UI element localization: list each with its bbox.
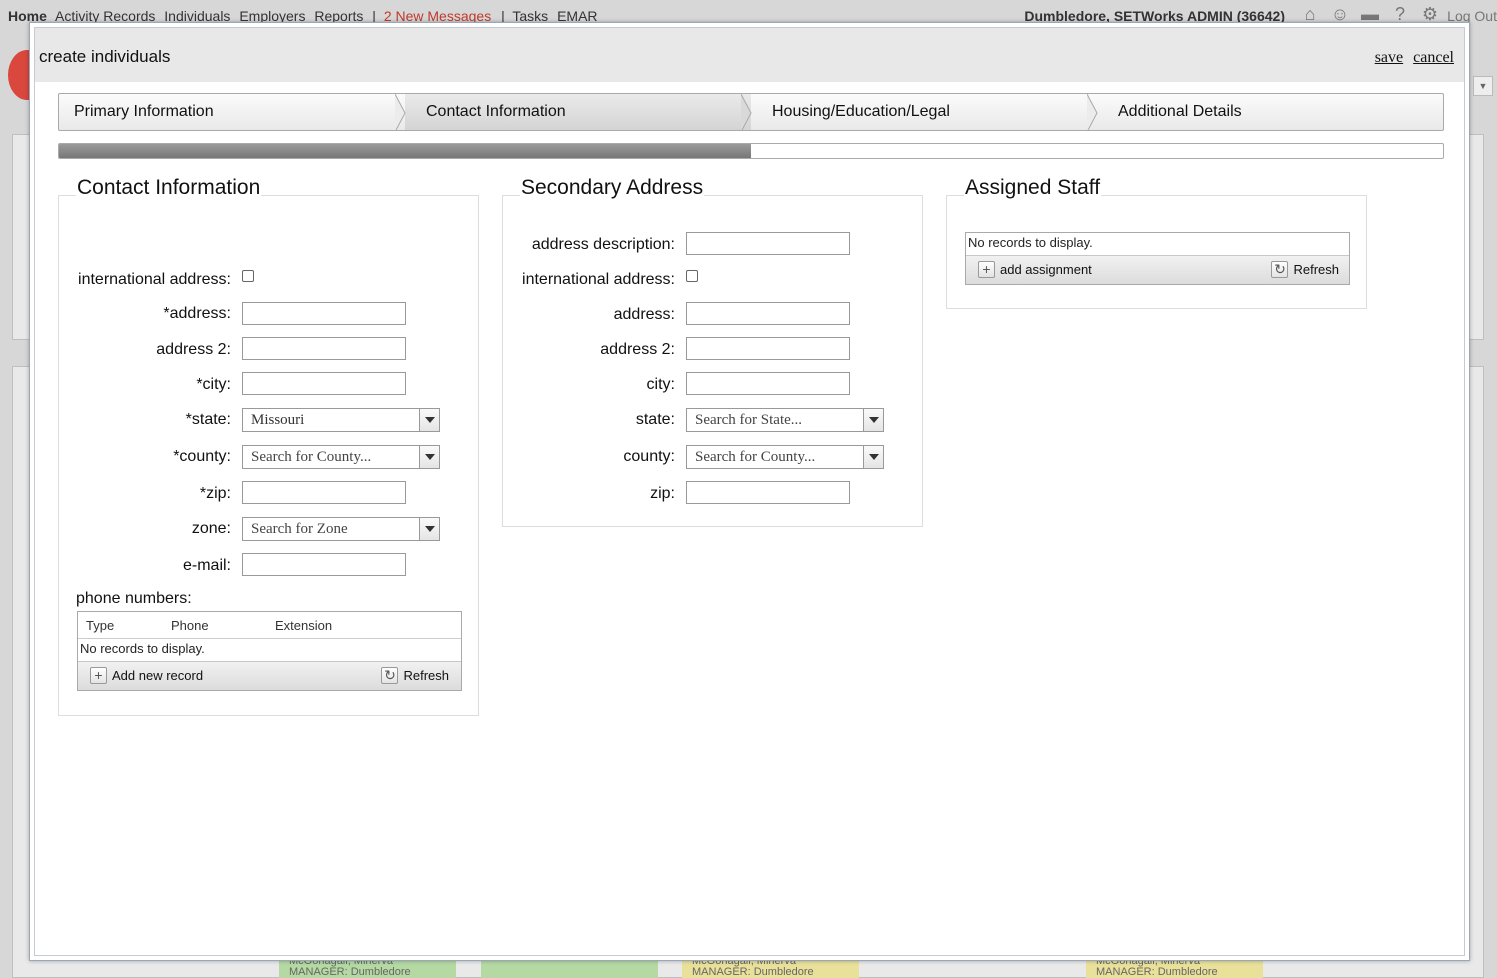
county-select[interactable]: Search for County...: [686, 445, 884, 469]
add-assignment-label: add assignment: [1000, 262, 1092, 277]
chevron-down-icon[interactable]: [419, 518, 439, 540]
county-select[interactable]: Search for County...: [242, 445, 440, 469]
column-header-type[interactable]: Type: [86, 618, 114, 633]
assigned-staff-grid: No records to display. + add assignment …: [965, 232, 1350, 285]
step-primary-information[interactable]: Primary Information: [59, 94, 406, 130]
gear-icon[interactable]: ⚙: [1419, 4, 1441, 24]
assigned-staff-section: Assigned Staff No records to display. + …: [946, 176, 1367, 309]
address-label: address:: [613, 306, 675, 323]
state-select[interactable]: Missouri: [242, 408, 440, 432]
step-additional-details[interactable]: Additional Details: [1097, 94, 1443, 130]
refresh-icon: ↻: [1271, 261, 1289, 278]
international-address-label: international address:: [522, 271, 675, 288]
county-label: *county:: [173, 448, 231, 465]
city-label: city:: [646, 376, 675, 393]
zone-select[interactable]: Search for Zone: [242, 517, 440, 541]
phone-numbers-grid: Type Phone Extension No records to displ…: [77, 611, 462, 691]
progress-fill: [59, 144, 751, 158]
zip-input[interactable]: [686, 481, 850, 504]
plus-icon: +: [978, 261, 995, 278]
create-individuals-dialog: create individuals save cancel Primary I…: [29, 22, 1470, 961]
grid-empty-message: No records to display.: [968, 235, 1093, 250]
step-contact-information[interactable]: Contact Information: [405, 94, 752, 130]
county-label: county:: [623, 448, 675, 465]
column-header-extension[interactable]: Extension: [275, 618, 332, 633]
city-label: *city:: [196, 376, 231, 393]
zone-placeholder: Search for Zone: [251, 521, 348, 537]
step-housing-education-legal[interactable]: Housing/Education/Legal: [751, 94, 1098, 130]
help-icon[interactable]: ?: [1389, 4, 1411, 24]
email-input[interactable]: [242, 553, 406, 576]
address2-label: address 2:: [156, 341, 231, 358]
people-icon[interactable]: ☺: [1329, 4, 1351, 24]
refresh-icon: ↻: [381, 667, 399, 684]
county-placeholder: Search for County...: [251, 449, 372, 465]
step-label: Primary Information: [74, 103, 214, 120]
address2-input[interactable]: [242, 337, 406, 360]
grid-empty-message: No records to display.: [80, 641, 205, 656]
refresh-button[interactable]: ↻ Refresh: [1271, 261, 1339, 278]
section-title: Secondary Address: [520, 176, 705, 200]
section-title: Contact Information: [76, 176, 262, 200]
address2-input[interactable]: [686, 337, 850, 360]
secondary-address-section: Secondary Address address description: i…: [502, 176, 923, 527]
chevron-down-icon[interactable]: [419, 446, 439, 468]
add-assignment-button[interactable]: + add assignment: [978, 261, 1092, 278]
city-input[interactable]: [686, 372, 850, 395]
state-label: state:: [635, 411, 675, 428]
section-title: Assigned Staff: [964, 176, 1102, 200]
grid-toolbar: + add assignment ↻ Refresh: [966, 255, 1349, 284]
address-input[interactable]: [242, 302, 406, 325]
add-new-record-label: Add new record: [112, 668, 204, 683]
state-label: *state:: [185, 411, 231, 428]
zip-label: *zip:: [199, 485, 231, 502]
grid-toolbar: + Add new record ↻ Refresh: [78, 661, 461, 690]
refresh-button[interactable]: ↻ Refresh: [381, 667, 449, 684]
refresh-label: Refresh: [1293, 262, 1339, 277]
plus-icon: +: [90, 667, 107, 684]
zip-input[interactable]: [242, 481, 406, 504]
county-placeholder: Search for County...: [695, 449, 816, 465]
background-card-subtitle: MANAGER: Dumbledore: [289, 966, 411, 978]
inbox-icon[interactable]: ▬: [1359, 4, 1381, 24]
address-input[interactable]: [686, 302, 850, 325]
state-select[interactable]: Search for State...: [686, 408, 884, 432]
dialog-body: create individuals save cancel Primary I…: [34, 27, 1465, 956]
step-label: Housing/Education/Legal: [772, 103, 950, 120]
chevron-down-icon: ▼: [1473, 76, 1493, 96]
dialog-header: create individuals save cancel: [35, 28, 1464, 82]
contact-information-section: Contact Information international addres…: [58, 176, 479, 716]
address2-label: address 2:: [600, 341, 675, 358]
step-label: Contact Information: [426, 103, 566, 120]
address-description-input[interactable]: [686, 232, 850, 255]
background-card-subtitle: MANAGER: Dumbledore: [692, 966, 814, 978]
state-placeholder: Search for State...: [695, 412, 803, 428]
international-address-checkbox[interactable]: [686, 270, 698, 282]
zip-label: zip:: [650, 485, 675, 502]
city-input[interactable]: [242, 372, 406, 395]
zone-label: zone:: [191, 520, 231, 537]
state-value: Missouri: [251, 412, 305, 428]
dialog-title: create individuals: [39, 47, 171, 66]
international-address-label: international address:: [78, 271, 231, 288]
step-label: Additional Details: [1118, 103, 1242, 120]
international-address-checkbox[interactable]: [242, 270, 254, 282]
chevron-down-icon[interactable]: [419, 409, 439, 431]
cancel-button[interactable]: cancel: [1413, 49, 1454, 66]
save-button[interactable]: save: [1375, 49, 1403, 66]
column-header-phone[interactable]: Phone: [171, 618, 209, 633]
wizard-steps: Primary Information Contact Information …: [58, 93, 1444, 131]
grid-header: Type Phone Extension: [78, 612, 461, 639]
background-card-subtitle: MANAGER: Dumbledore: [1096, 966, 1218, 978]
address-description-label: address description:: [531, 236, 675, 253]
address-label: *address:: [163, 305, 231, 322]
chevron-down-icon[interactable]: [863, 446, 883, 468]
email-label: e-mail:: [182, 557, 231, 574]
add-new-record-button[interactable]: + Add new record: [90, 667, 203, 684]
chevron-down-icon[interactable]: [863, 409, 883, 431]
home-icon[interactable]: ⌂: [1299, 4, 1321, 24]
wizard-progress-bar: [58, 143, 1444, 159]
phone-numbers-label: phone numbers:: [76, 590, 192, 607]
refresh-label: Refresh: [403, 668, 449, 683]
